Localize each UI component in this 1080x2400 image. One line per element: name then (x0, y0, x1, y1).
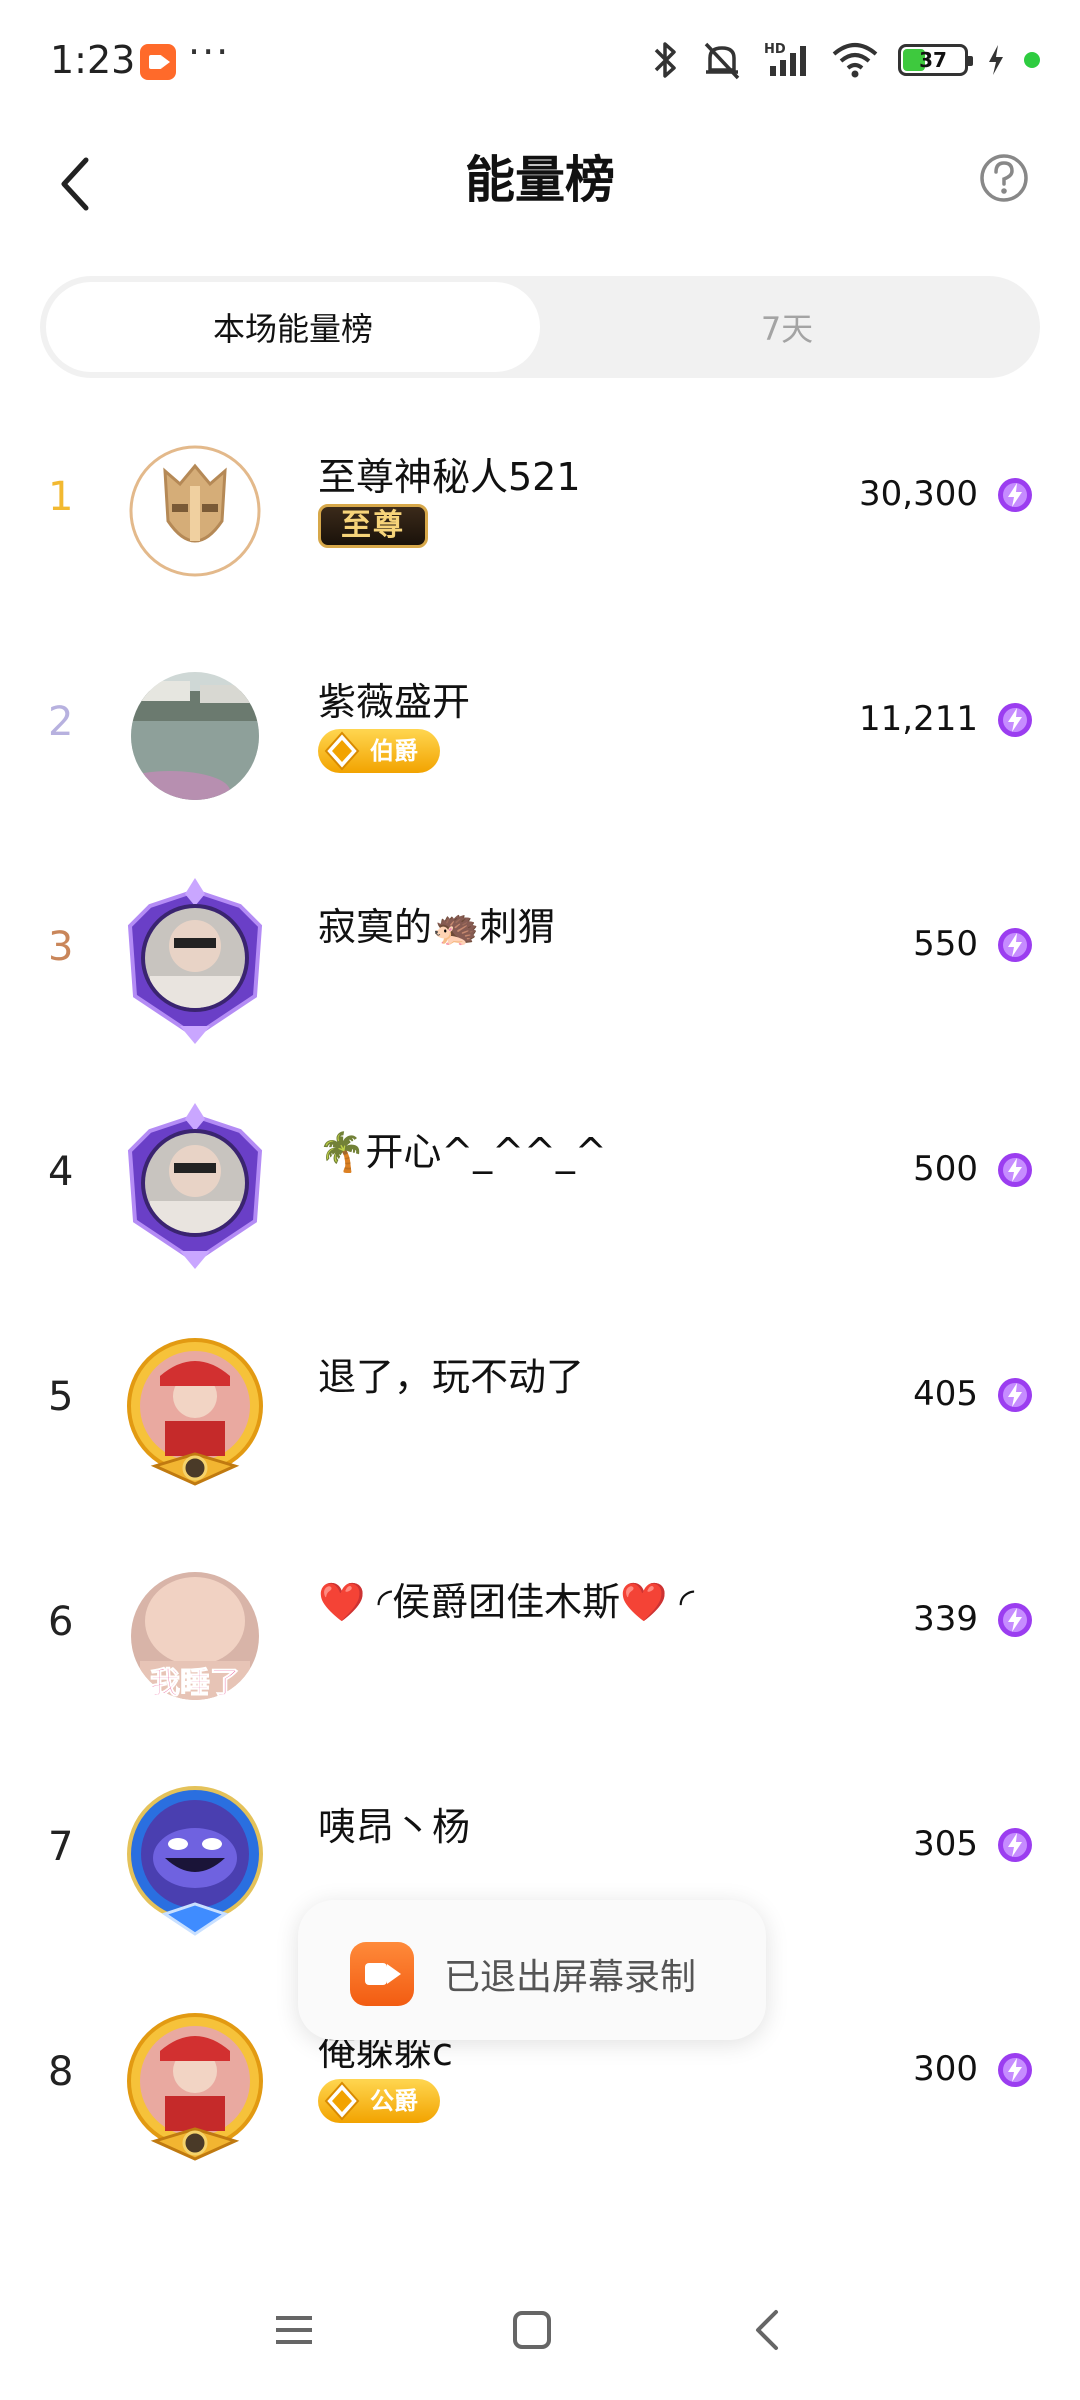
wifi-icon (832, 43, 878, 78)
energy-icon (996, 1376, 1034, 1414)
user-name: 至尊神秘人521 (318, 455, 581, 499)
rank-number: 8 (48, 2049, 74, 2095)
svg-text:我睡了: 我睡了 (150, 1666, 240, 1701)
user-name: 退了，玩不动了 (318, 1355, 585, 1399)
avatar[interactable] (110, 1101, 280, 1271)
bluetooth-icon (654, 42, 676, 78)
energy-icon (996, 1601, 1034, 1639)
energy-score: 11,211 (859, 699, 978, 739)
energy-score: 305 (913, 1824, 978, 1864)
battery-icon: 37 (898, 44, 973, 76)
mute-icon (704, 42, 740, 80)
nobility-icon (322, 731, 362, 771)
energy-score: 30,300 (859, 474, 978, 514)
rank-number: 2 (48, 699, 74, 745)
avatar[interactable] (110, 1776, 280, 1946)
user-name: 咦昂丶杨 (318, 1805, 471, 1849)
status-icons: HD 37 (648, 40, 1040, 80)
energy-score: 550 (913, 924, 978, 964)
badge-label: 公爵 (370, 2087, 418, 2115)
home-button[interactable] (502, 2300, 562, 2360)
ranking-row[interactable]: 1 至尊神秘人521 至尊 30,300 (0, 426, 1080, 606)
rank-badge: 至尊 (318, 504, 428, 548)
user-name: 🌴开心^_^^_^ (318, 1130, 607, 1174)
energy-icon (996, 1826, 1034, 1864)
status-time: 1:23 (50, 38, 136, 82)
energy-icon (996, 1151, 1034, 1189)
energy-score: 339 (913, 1599, 978, 1639)
menu-icon (276, 2316, 312, 2344)
energy-score: 300 (913, 2049, 978, 2089)
rank-number: 6 (48, 1599, 74, 1645)
rank-badge: 伯爵 (318, 729, 440, 773)
svg-text:HD: HD (764, 42, 786, 57)
header: 能量榜 (0, 126, 1080, 276)
rank-number: 1 (48, 474, 74, 520)
recents-button[interactable] (264, 2300, 324, 2360)
charging-icon (989, 45, 1003, 75)
energy-score: 405 (913, 1374, 978, 1414)
privacy-indicator-icon (1024, 52, 1040, 68)
help-button[interactable] (974, 148, 1034, 208)
question-circle-icon (980, 154, 1028, 202)
back-triangle-icon (756, 2310, 778, 2350)
energy-icon (996, 926, 1034, 964)
screen-record-icon (350, 1942, 414, 2006)
rank-number: 3 (48, 924, 74, 970)
avatar[interactable] (110, 2001, 280, 2171)
ranking-row[interactable]: 3 寂寞的🦔刺猬 550 (0, 876, 1080, 1056)
toast-text: 已退出屏幕录制 (444, 1957, 697, 1998)
user-name: 紫薇盛开 (318, 680, 471, 724)
user-name: ❤️ ◜侯爵团佳木斯❤️ ◜ (318, 1580, 695, 1624)
status-bar: 1:23 ··· HD 37 (0, 0, 1080, 126)
avatar[interactable] (110, 426, 280, 596)
user-name: 寂寞的🦔刺猬 (318, 905, 556, 949)
energy-score: 500 (913, 1149, 978, 1189)
avatar[interactable] (110, 651, 280, 821)
tab-current-session[interactable]: 本场能量榜 (46, 282, 540, 372)
ranking-row[interactable]: 2 紫薇盛开伯爵 11,211 (0, 651, 1080, 831)
more-notifications-icon: ··· (188, 30, 231, 74)
energy-icon (996, 701, 1034, 739)
navigation-bar (0, 2270, 1080, 2400)
home-square-icon (513, 2311, 551, 2349)
rank-badge: 公爵 (318, 2079, 440, 2123)
avatar[interactable] (110, 1326, 280, 1496)
battery-level: 37 (919, 48, 947, 72)
energy-icon (996, 476, 1034, 514)
rank-number: 4 (48, 1149, 74, 1195)
badge-label: 伯爵 (370, 737, 418, 765)
tab-7-days[interactable]: 7天 (540, 282, 1034, 372)
nobility-icon (322, 2081, 362, 2121)
energy-icon (996, 2051, 1034, 2089)
ranking-row[interactable]: 4 🌴开心^_^^_^ 500 (0, 1101, 1080, 1281)
nav-back-button[interactable] (738, 2300, 798, 2360)
ranking-row[interactable]: 6 我睡了 ❤️ ◜侯爵团佳木斯❤️ ◜ 339 (0, 1551, 1080, 1731)
rank-number: 5 (48, 1374, 74, 1420)
ranking-row[interactable]: 5 退了，玩不动了 405 (0, 1326, 1080, 1506)
signal-icon: HD (764, 42, 806, 76)
rank-number: 7 (48, 1824, 74, 1870)
avatar[interactable]: 我睡了 (110, 1551, 280, 1721)
tab-bar: 本场能量榜 7天 (40, 276, 1040, 378)
badge-label: 至尊 (341, 508, 405, 543)
avatar[interactable] (110, 876, 280, 1046)
toast: 已退出屏幕录制 (298, 1900, 766, 2040)
screen-record-icon (140, 44, 176, 80)
page-title: 能量榜 (465, 151, 615, 209)
